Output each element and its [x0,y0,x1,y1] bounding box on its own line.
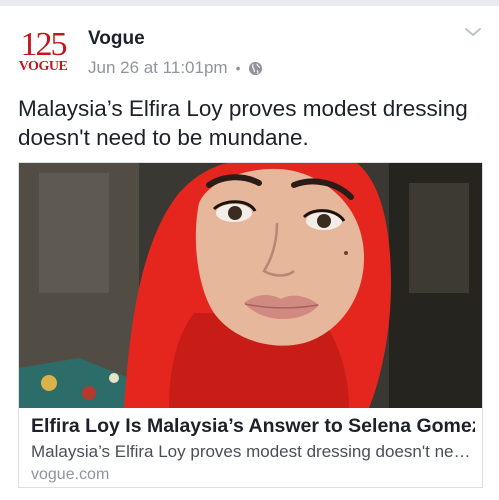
link-title[interactable]: Elfira Loy Is Malaysia’s Answer to Selen… [31,415,475,438]
meta-separator: • [235,60,241,76]
page-name-link[interactable]: Vogue [88,28,145,50]
chevron-down-icon[interactable] [463,22,483,42]
link-description: Malaysia’s Elfira Loy proves modest dres… [31,442,475,461]
facebook-post: 125 VOGUE Vogue Jun 26 at 11:01pm • Mala… [0,6,499,500]
page-avatar[interactable]: 125 VOGUE [14,26,72,78]
link-preview-body: Elfira Loy Is Malaysia’s Answer to Selen… [31,415,475,484]
article-image[interactable] [19,163,483,408]
avatar-brand: VOGUE [18,59,68,74]
post-timestamp[interactable]: Jun 26 at 11:01pm [88,58,228,78]
globe-icon[interactable] [248,61,263,76]
link-domain: vogue.com [31,466,110,483]
post-text: Malaysia’s Elfira Loy proves modest dres… [18,96,468,150]
avatar-number: 125 [20,26,68,63]
post-meta: Jun 26 at 11:01pm • [88,58,263,78]
link-preview-card[interactable]: Elfira Loy Is Malaysia’s Answer to Selen… [18,162,483,488]
